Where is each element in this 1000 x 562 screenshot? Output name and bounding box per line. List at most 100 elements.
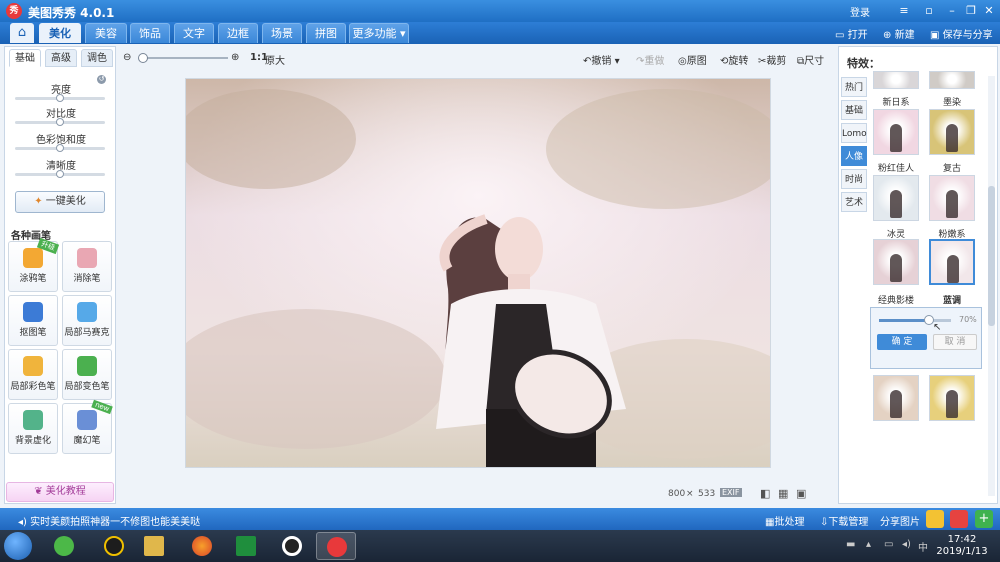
tool-blur[interactable]: 背景虚化 xyxy=(8,403,58,454)
sharpness-slider[interactable] xyxy=(15,170,105,178)
tray-arrow-icon[interactable]: ▴ xyxy=(866,539,878,551)
slider-knob[interactable] xyxy=(56,94,64,102)
tool-magic-wand[interactable]: 魔幻笔 new xyxy=(62,399,113,454)
one-key-beautify-button[interactable]: ✦ 一键美化 xyxy=(15,191,105,213)
taskbar-app-firefox[interactable] xyxy=(182,532,222,560)
tray-ime-icon[interactable]: 中 xyxy=(918,539,930,554)
resize-button[interactable]: ⧉尺寸 xyxy=(797,52,824,67)
strength-fill xyxy=(879,319,930,322)
save-share-button[interactable]: ▣ 保存与分享 xyxy=(930,26,993,41)
minimize-icon[interactable]: – xyxy=(943,3,961,19)
effect-thumbnail[interactable] xyxy=(873,109,919,155)
tab-frame[interactable]: 边框 xyxy=(218,23,258,43)
tool-mosaic[interactable]: 局部马赛克 xyxy=(62,295,112,346)
compare-icon[interactable]: ◧ xyxy=(760,487,770,500)
tutorial-button[interactable]: ❦ 美化教程 xyxy=(6,482,114,502)
effect-category-tab[interactable]: 热门 xyxy=(841,77,867,97)
close-icon[interactable]: ✕ xyxy=(980,3,998,19)
pen-nib-icon xyxy=(23,302,43,322)
brightness-slider[interactable] xyxy=(15,94,105,102)
tray-keyboard-icon[interactable]: ▬ xyxy=(846,539,858,551)
maximize-icon[interactable]: ❐ xyxy=(962,3,980,19)
one-key-label: 一键美化 xyxy=(45,196,86,207)
scrollbar-thumb[interactable] xyxy=(988,186,995,326)
slider-knob[interactable] xyxy=(56,170,64,178)
tool-paint-bucket[interactable]: 局部变色笔 xyxy=(62,349,112,400)
tutorial-label: 美化教程 xyxy=(45,486,86,497)
zoom-out-icon[interactable]: ⊖ xyxy=(123,52,131,63)
mouse-cursor-icon: ↖ xyxy=(933,322,942,333)
tray-network-icon[interactable]: ▭ xyxy=(884,539,896,551)
login-link[interactable]: 登录 xyxy=(850,4,870,19)
tool-pencil[interactable]: 涂鸦笔 升级 xyxy=(8,237,60,292)
tool-eraser[interactable]: 消除笔 xyxy=(62,241,112,292)
tab-scene[interactable]: 场景 xyxy=(262,23,302,43)
tab-text[interactable]: 文字 xyxy=(174,23,214,43)
subtab-color[interactable]: 调色 xyxy=(81,49,113,67)
fullscreen-icon[interactable]: ▦ xyxy=(778,487,788,500)
effect-category-tab[interactable]: 艺术 xyxy=(841,192,867,212)
contrast-slider[interactable] xyxy=(15,118,105,126)
start-button-icon[interactable] xyxy=(4,532,32,560)
portrait-thumb-icon xyxy=(890,254,902,282)
new-button[interactable]: ⊕ 新建 xyxy=(883,26,915,41)
confirm-button[interactable]: 确 定 xyxy=(877,334,927,350)
batch-button[interactable]: ▦批处理 xyxy=(765,513,804,528)
menu-icon[interactable]: ≡ xyxy=(895,3,913,19)
effect-thumbnail[interactable] xyxy=(873,175,919,221)
status-message[interactable]: ◂) 实时美颜拍照神器一不修图也能美美哒 xyxy=(18,513,200,528)
tab-accessories[interactable]: 饰品 xyxy=(130,23,170,43)
effect-thumbnail[interactable] xyxy=(873,375,919,421)
effects-scrollbar[interactable] xyxy=(988,76,995,496)
effect-thumbnail[interactable] xyxy=(873,71,919,89)
open-button[interactable]: ▭ 打开 xyxy=(835,26,868,41)
subtab-basic[interactable]: 基础 xyxy=(9,49,41,67)
tool-pen-nib[interactable]: 抠图笔 xyxy=(8,295,58,346)
effect-category-tab[interactable]: 人像 xyxy=(841,146,867,166)
tab-beautify[interactable]: 美化 xyxy=(39,23,81,43)
original-button[interactable]: ◎原图 xyxy=(678,52,707,67)
taskbar-app-360[interactable] xyxy=(44,532,84,560)
redo-button[interactable]: ↷重做 xyxy=(636,52,664,67)
effect-thumbnail[interactable] xyxy=(929,175,975,221)
effect-thumbnail[interactable] xyxy=(929,109,975,155)
photo-canvas[interactable] xyxy=(185,78,771,468)
taskbar-clock[interactable]: 17:42 2019/1/13 xyxy=(930,534,994,558)
zoom-knob[interactable] xyxy=(138,53,148,63)
slider-knob[interactable] xyxy=(56,118,64,126)
image-height: 533 xyxy=(698,489,716,499)
redo-label: 重做 xyxy=(644,56,665,67)
tab-collage[interactable]: 拼图 xyxy=(306,23,346,43)
effect-thumbnail[interactable] xyxy=(873,239,919,285)
tray-volume-icon[interactable]: ◂) xyxy=(902,539,914,551)
effect-thumbnail[interactable] xyxy=(929,239,975,285)
zoom-slider[interactable] xyxy=(140,57,228,59)
taskbar-app-recorder[interactable] xyxy=(272,532,312,560)
home-icon[interactable]: ⌂ xyxy=(10,23,34,43)
effect-category-tab[interactable]: 基础 xyxy=(841,100,867,120)
tool-brush[interactable]: 局部彩色笔 xyxy=(8,349,58,400)
zoom-original-label[interactable]: 原大 xyxy=(265,52,285,67)
slider-knob[interactable] xyxy=(56,144,64,152)
taskbar-app-explorer[interactable] xyxy=(134,532,174,560)
crop-button[interactable]: ✂裁剪 xyxy=(758,52,786,67)
taskbar-app-qq[interactable] xyxy=(94,532,134,560)
effect-thumbnail[interactable] xyxy=(929,71,975,89)
taskbar-app-meitu[interactable] xyxy=(316,532,356,560)
fit-icon[interactable]: ▣ xyxy=(796,487,806,500)
rotate-button[interactable]: ⟲旋转 xyxy=(720,52,748,67)
undo-button[interactable]: ↶撤销 ▾ xyxy=(583,52,620,67)
effect-category-tab[interactable]: Lomo xyxy=(841,123,867,143)
effect-category-tab[interactable]: 时尚 xyxy=(841,169,867,189)
exif-button[interactable]: EXIF xyxy=(720,488,742,497)
eraser-icon xyxy=(77,248,97,268)
taskbar-app-video[interactable] xyxy=(226,532,266,560)
cancel-button[interactable]: 取 消 xyxy=(933,334,977,350)
saturation-slider[interactable] xyxy=(15,144,105,152)
tab-beauty[interactable]: 美容 xyxy=(85,23,127,43)
tab-more-features[interactable]: 更多功能 ▾ xyxy=(349,23,409,43)
subtab-advanced[interactable]: 高级 xyxy=(45,49,77,67)
zoom-in-icon[interactable]: ⊕ xyxy=(231,52,239,63)
effect-thumbnail[interactable] xyxy=(929,375,975,421)
skin-icon[interactable]: ▫ xyxy=(920,3,938,19)
